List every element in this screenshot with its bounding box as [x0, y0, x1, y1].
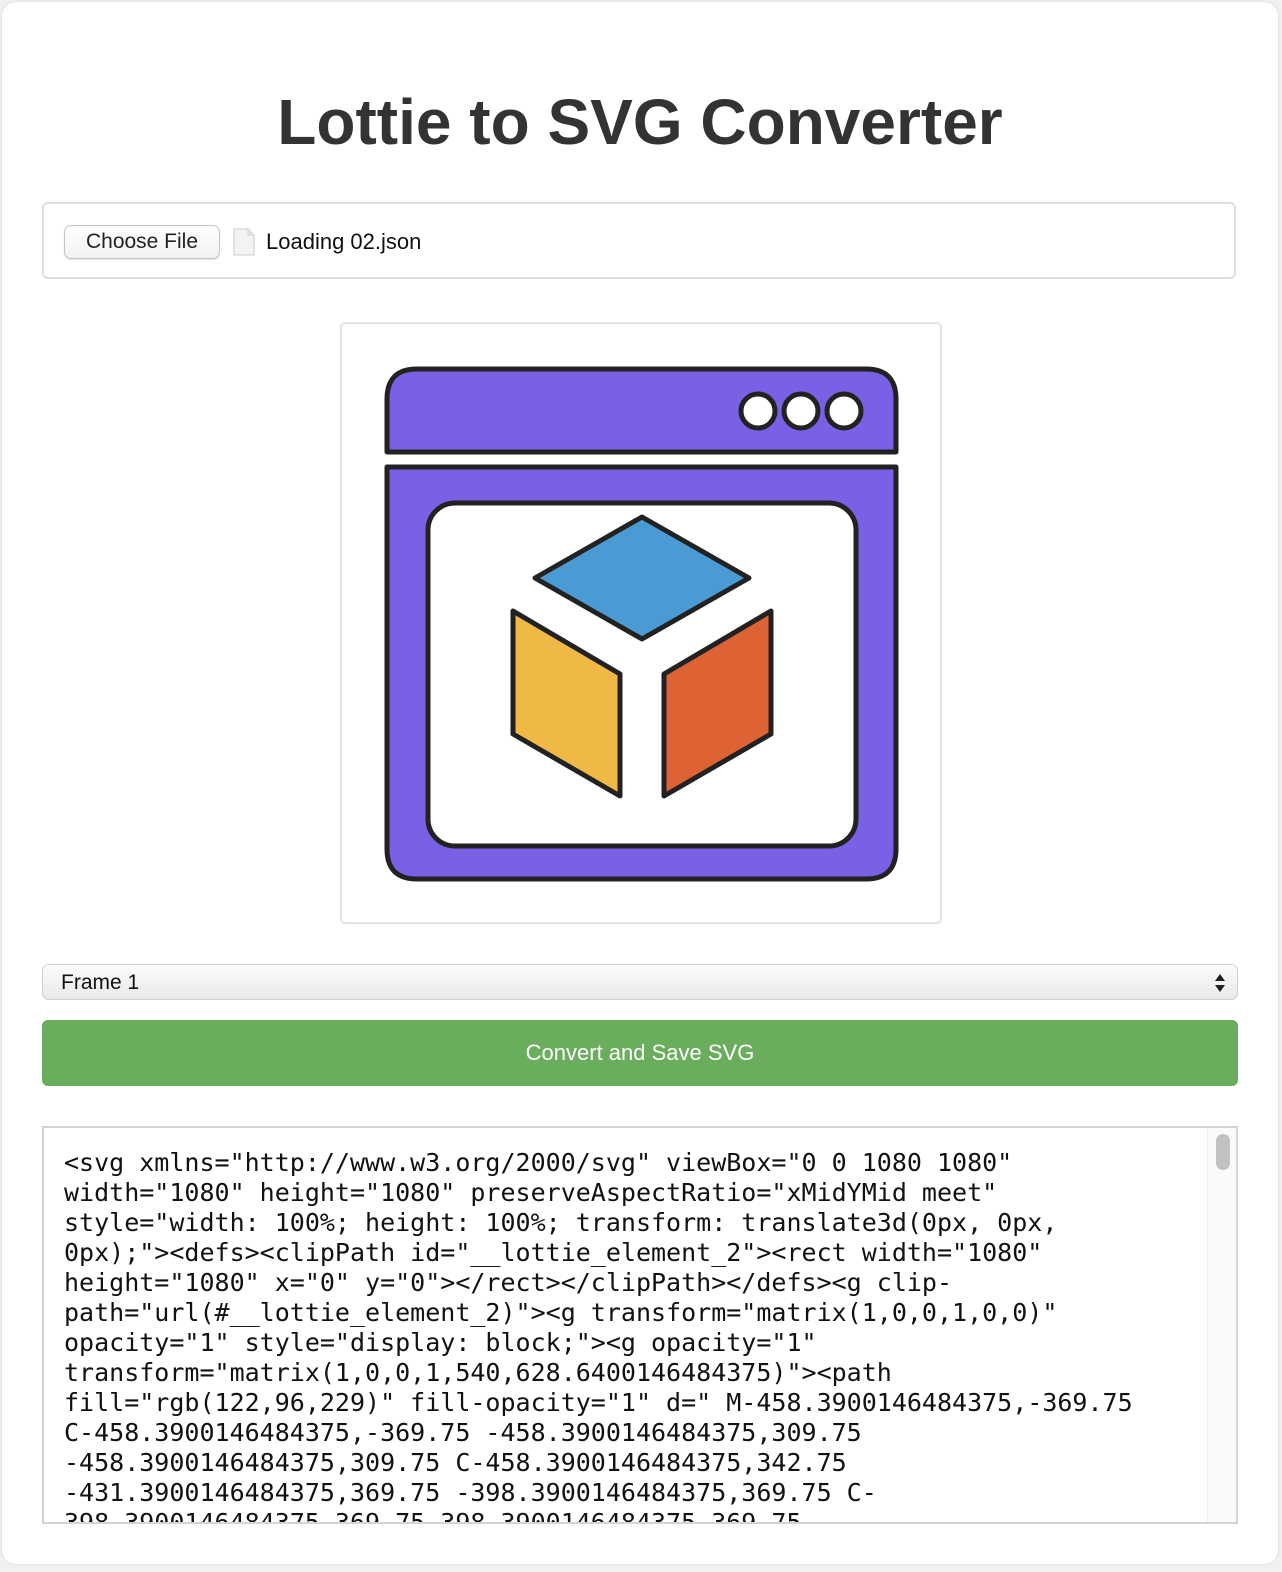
window-dot-icon [781, 391, 821, 431]
file-icon [233, 228, 255, 256]
svg-output-code: <svg xmlns="http://www.w3.org/2000/svg" … [64, 1148, 1133, 1524]
frame-select[interactable]: Frame 1 [42, 964, 1238, 1000]
window-dot-icon [738, 391, 778, 431]
file-input-panel: Choose File Loading 02.json [42, 202, 1236, 279]
choose-file-button[interactable]: Choose File [64, 225, 220, 259]
convert-and-save-button[interactable]: Convert and Save SVG [42, 1020, 1238, 1086]
browser-window-cube-illustration [384, 366, 899, 882]
output-scroll-thumb[interactable] [1216, 1134, 1230, 1170]
frame-select-value: Frame 1 [61, 971, 140, 994]
window-dot-icon [824, 391, 864, 431]
selected-file-name: Loading 02.json [266, 229, 422, 254]
output-scrollbar[interactable] [1207, 1128, 1236, 1522]
animation-preview [340, 322, 942, 924]
svg-output-textarea[interactable]: <svg xmlns="http://www.w3.org/2000/svg" … [42, 1126, 1238, 1524]
select-arrows-icon [1215, 974, 1225, 992]
converter-card: Lottie to SVG Converter Choose File Load… [2, 2, 1278, 1564]
page-title: Lottie to SVG Converter [277, 86, 1003, 158]
